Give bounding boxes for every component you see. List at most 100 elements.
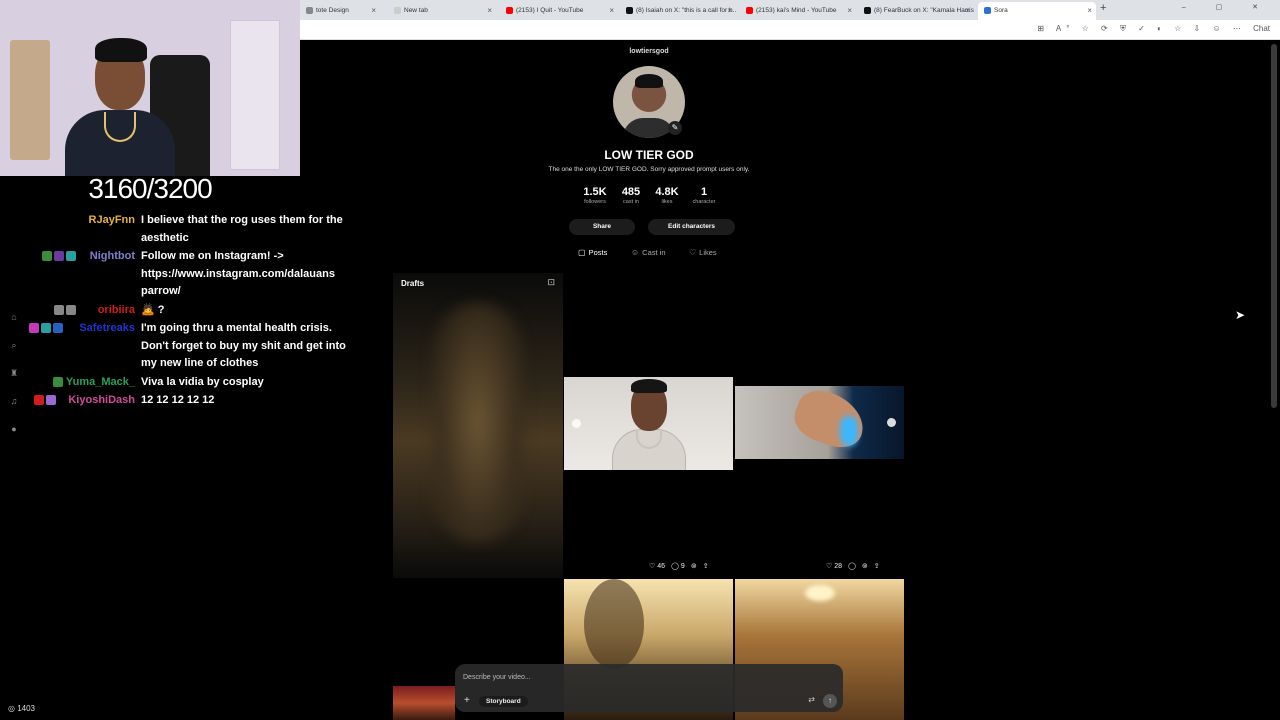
chat-text: I'm going thru a mental health crisis. D…: [141, 322, 346, 369]
tab-favicon-icon: [394, 6, 401, 14]
address-bar[interactable]: ⊞ A° ☆ ⟳ ⛨ ✓ ◐ ☆ ⇩ ☺ ⋯ Chat: [300, 20, 1280, 40]
comment-button[interactable]: ◯ 9: [671, 562, 685, 571]
close-tab-icon: ×: [847, 6, 852, 15]
chat-text: Viva la vidia by cosplay: [141, 376, 264, 388]
stat-likes[interactable]: 4.8K likes: [647, 186, 687, 205]
stat-character[interactable]: 1 character: [684, 186, 724, 205]
add-icon[interactable]: +: [464, 695, 470, 706]
badge-icon: [66, 251, 77, 261]
browser-tab[interactable]: (8) Isaiah on X: "this is a call for h..…: [620, 2, 736, 20]
browser-tab[interactable]: (8) FearBuck on X: "Kamala Harris... ×: [858, 2, 974, 20]
webcam-feed: [0, 0, 300, 176]
tab-cast-in[interactable]: ☺ Cast in: [631, 248, 666, 257]
display-name: LOW TIER GOD: [604, 148, 694, 162]
close-tab-icon: ×: [1087, 6, 1092, 15]
scrollbar[interactable]: [1271, 44, 1277, 408]
tab-favicon-icon: [864, 6, 871, 14]
post-thumbnail-hand[interactable]: [735, 386, 904, 459]
browser-tab[interactable]: Sora ×: [978, 2, 1096, 20]
chat-badges: [42, 251, 77, 261]
chat-badges: [53, 377, 63, 387]
heart-icon: ♡: [826, 563, 833, 570]
edit-characters-button[interactable]: Edit characters: [648, 219, 735, 235]
heart-icon: ♡: [649, 563, 656, 570]
mouse-cursor: ➤: [1235, 308, 1246, 322]
chat-badges: [34, 395, 57, 405]
send-button[interactable]: ↑: [823, 694, 837, 708]
badge-icon: [34, 395, 45, 405]
badge-icon: [54, 251, 65, 261]
chat-username[interactable]: Safetreaks: [79, 320, 135, 338]
close-tab-icon: ×: [727, 6, 732, 15]
like-button[interactable]: ♡ 28: [826, 562, 842, 571]
chat-username[interactable]: KiyoshiDash: [68, 392, 135, 410]
post2-actions: ♡ 28 ◯ ⊚ ⇪: [826, 562, 880, 571]
tab-favicon-icon: [306, 6, 313, 14]
tab-likes[interactable]: ♡ Likes: [689, 248, 717, 257]
chat-badges: [29, 323, 63, 333]
close-tab-icon: ×: [965, 6, 970, 15]
post-thumbnail-partial[interactable]: [393, 686, 455, 720]
remix-icon[interactable]: ⊚: [691, 562, 697, 570]
prompt-composer[interactable]: Describe your video... + Storyboard ⇄ ↑: [455, 664, 843, 712]
close-tab-icon: ×: [371, 6, 376, 15]
chat-badges: [54, 305, 77, 315]
chat-text: I believe that the rog uses them for the…: [141, 214, 343, 244]
posts-icon: ▢: [578, 248, 586, 257]
chat-panel: RJayFnn I believe that the rog uses them …: [0, 198, 360, 428]
share-button[interactable]: Share: [569, 219, 635, 235]
tab-favicon-icon: [506, 6, 513, 14]
badge-icon: [42, 251, 53, 261]
prompt-input[interactable]: Describe your video...: [463, 674, 531, 681]
badge-icon: [54, 305, 65, 315]
chat-username[interactable]: Yuma_Mack_: [66, 374, 135, 392]
cast-in-icon: ☺: [631, 248, 640, 257]
tab-posts[interactable]: ▢ Posts: [578, 248, 607, 257]
drafts-label: Drafts: [401, 279, 425, 288]
stat-followers[interactable]: 1.5K followers: [575, 186, 615, 205]
window-controls[interactable]: – ▢ ✕: [1182, 3, 1272, 11]
share-icon[interactable]: ⇪: [703, 562, 709, 570]
chat-username[interactable]: oribiira: [98, 302, 135, 320]
badge-icon: [66, 305, 77, 315]
chat-username[interactable]: Nightbot: [90, 248, 135, 266]
close-tab-icon: ×: [487, 6, 492, 15]
comment-icon[interactable]: ◯: [848, 562, 856, 570]
chat-text: 12 12 12 12 12: [141, 394, 215, 406]
profile-handle: lowtiersgod: [629, 48, 669, 55]
tab-favicon-icon: [626, 6, 633, 14]
chat-username[interactable]: RJayFnn: [89, 212, 135, 230]
settings-icon[interactable]: ⇄: [808, 695, 815, 704]
badge-icon: [29, 323, 39, 333]
tab-favicon-icon: [984, 6, 991, 14]
browser-tab[interactable]: (2153) kai's Mind - YouTube ×: [740, 2, 856, 20]
tab-favicon-icon: [746, 6, 753, 14]
badge-icon: [41, 323, 51, 333]
tab-bar: tote Design × New tab × (2153) I Quit - YouT…: [300, 0, 1280, 20]
edit-avatar-icon[interactable]: ✎: [668, 121, 682, 135]
drafts-card[interactable]: Drafts ⊡: [393, 273, 563, 578]
badge-icon: [46, 395, 57, 405]
viewer-count: ◎ 1403: [8, 704, 35, 713]
post-thumbnail-portrait[interactable]: [564, 377, 733, 470]
storyboard-button[interactable]: Storyboard: [479, 696, 528, 707]
stat-cast-in[interactable]: 485 cast in: [611, 186, 651, 205]
drafts-expand-icon[interactable]: ⊡: [547, 277, 555, 288]
new-tab-button[interactable]: +: [1100, 2, 1106, 14]
chat-button: Chat: [1253, 24, 1270, 33]
chat-text: Follow me on Instagram! -> https://www.i…: [141, 250, 335, 297]
badge-icon: [53, 323, 63, 333]
browser-tab[interactable]: tote Design ×: [300, 2, 380, 20]
browser-tab[interactable]: New tab ×: [388, 2, 496, 20]
like-button[interactable]: ♡ 46: [649, 562, 665, 571]
share-icon[interactable]: ⇪: [874, 562, 880, 570]
heart-icon: ♡: [689, 248, 697, 257]
toolbar-icons[interactable]: ⊞ A° ☆ ⟳ ⛨ ✓ ◐ ☆ ⇩ ☺ ⋯ Chat: [1037, 24, 1270, 34]
profile-bio: The one the only LOW TIER GOD. Sorry app…: [548, 166, 750, 173]
post1-actions: ♡ 46 ◯ 9 ⊚ ⇪: [649, 562, 709, 571]
remix-icon[interactable]: ⊚: [862, 562, 868, 570]
badge-icon: [53, 377, 63, 387]
comment-icon: ◯: [671, 563, 679, 570]
chat-text: 🙇 ?: [141, 304, 165, 316]
browser-tab[interactable]: (2153) I Quit - YouTube ×: [500, 2, 618, 20]
